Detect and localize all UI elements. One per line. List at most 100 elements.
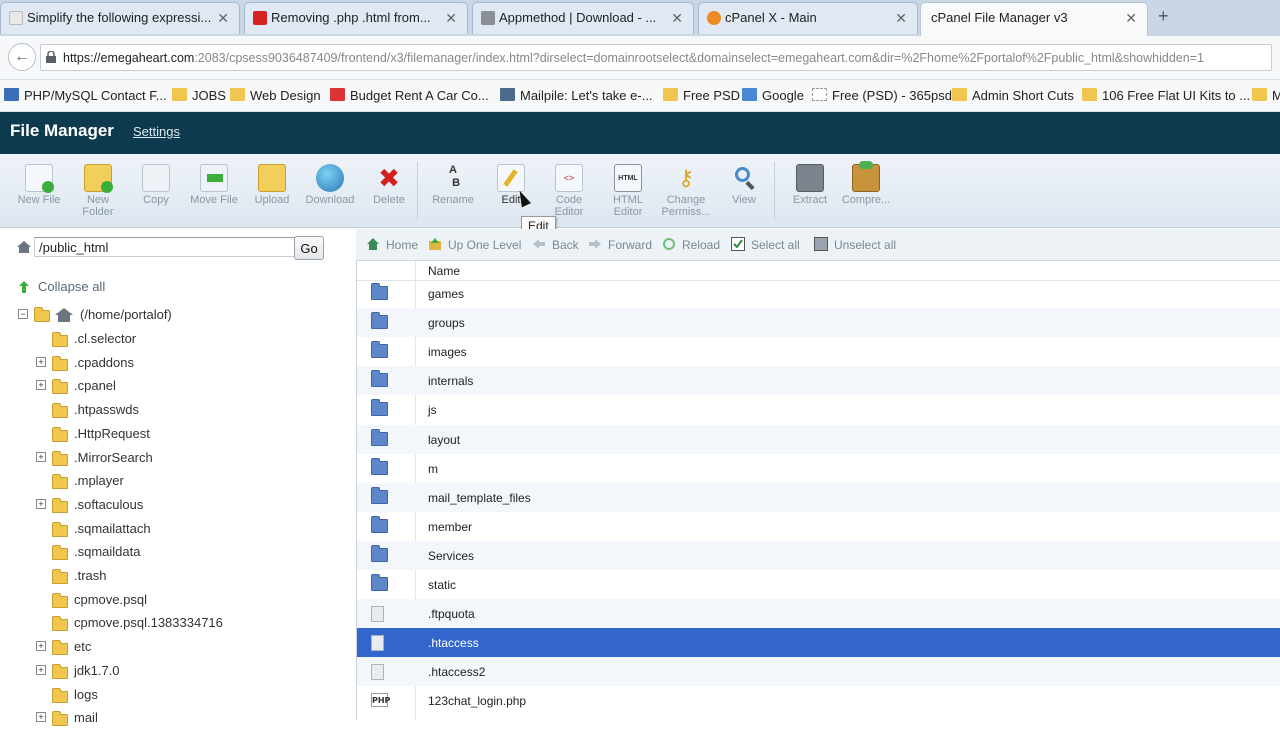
file-row[interactable]: .htaccess (357, 628, 1280, 657)
browser-tab[interactable]: Simplify the following expressi... ✕ (0, 2, 240, 34)
file-row[interactable]: internals (357, 366, 1280, 395)
bookmark-item[interactable]: PHP/MySQL Contact F... (4, 88, 167, 103)
compress-button[interactable]: Compre... (834, 161, 898, 206)
bookmark-item[interactable]: Google (742, 88, 804, 103)
back-button[interactable]: Back (532, 238, 579, 252)
file-icon (371, 635, 384, 651)
file-row[interactable]: m (357, 454, 1280, 483)
file-list: Name games groups images internals js layout m… (356, 261, 1280, 720)
upload-button[interactable]: Upload (240, 164, 304, 206)
bookmark-item[interactable]: Admin Short Cuts (952, 88, 1074, 103)
bookmark-label: JOBS (192, 88, 226, 103)
close-icon[interactable]: ✕ (671, 3, 683, 33)
file-row[interactable]: js (357, 395, 1280, 424)
view-button[interactable]: View (712, 164, 776, 206)
bookmark-item[interactable]: 106 Free Flat UI Kits to ... (1082, 88, 1250, 103)
new-file-button[interactable]: New File (7, 164, 71, 206)
expand-toggle-icon[interactable]: + (36, 712, 46, 722)
file-list-header: Name (357, 261, 1280, 720)
back-arrow-icon[interactable]: ← (8, 43, 36, 71)
file-row[interactable]: layout (357, 425, 1280, 454)
url-text: https://emegaheart.com:2083/cpsess903648… (63, 51, 1204, 65)
tool-label: Download (305, 194, 355, 206)
code-editor-button[interactable]: <> Code Editor (537, 164, 601, 218)
expand-toggle-icon[interactable]: + (36, 499, 46, 509)
bookmark-item[interactable]: Mailpile: Let's take e-... (500, 88, 653, 103)
unselect-all-button[interactable]: Unselect all (814, 237, 896, 252)
folder-icon (230, 88, 245, 101)
close-icon[interactable]: ✕ (1125, 3, 1137, 33)
bookmark-item[interactable]: JOBS (172, 88, 226, 103)
expand-toggle-icon[interactable]: + (36, 665, 46, 675)
tool-label: Change Permiss... (661, 194, 711, 218)
delete-button[interactable]: ✖ Delete (357, 164, 421, 206)
file-row[interactable]: mail_template_files (357, 483, 1280, 512)
change-permissions-button[interactable]: ⚷ Change Permiss... (654, 164, 718, 218)
close-icon[interactable]: ✕ (217, 3, 229, 33)
file-row[interactable]: games (357, 279, 1280, 308)
new-tab-button[interactable]: + (1158, 6, 1169, 27)
extract-button[interactable]: Extract (778, 164, 842, 206)
column-name-header[interactable]: Name (428, 264, 460, 278)
copy-button[interactable]: Copy (124, 164, 188, 206)
file-name: groups (428, 316, 465, 330)
expand-toggle-icon[interactable]: + (36, 357, 46, 367)
browser-tab[interactable]: Appmethod | Download - ... ✕ (472, 2, 694, 34)
file-row[interactable]: groups (357, 308, 1280, 337)
path-input[interactable] (34, 237, 302, 257)
tool-label: Extract (792, 194, 828, 206)
browser-tab-active[interactable]: cPanel File Manager v3 ✕ (920, 2, 1148, 36)
bookmark-item[interactable]: Free PSD (663, 88, 740, 103)
edit-button[interactable]: Edit (479, 164, 543, 206)
collapse-all-link[interactable]: Collapse all (18, 279, 105, 294)
file-row[interactable]: static (357, 570, 1280, 599)
folder-icon (52, 356, 68, 371)
folder-icon (52, 474, 68, 489)
new-folder-button[interactable]: New Folder (66, 164, 130, 218)
browser-tab[interactable]: Removing .php .html from... ✕ (244, 2, 468, 34)
up-one-level-button[interactable]: Up One Level (428, 238, 521, 252)
file-row[interactable]: images (357, 337, 1280, 366)
expand-toggle-icon[interactable]: + (36, 641, 46, 651)
tab-title: cPanel File Manager v3 (931, 10, 1068, 25)
file-row[interactable]: Services (357, 541, 1280, 570)
bookmark-label: Free PSD (683, 88, 741, 103)
folder-icon (52, 664, 68, 679)
go-button[interactable]: Go (294, 236, 324, 260)
collapse-toggle-icon[interactable]: − (18, 309, 28, 319)
tool-label: HTML Editor (613, 194, 643, 218)
up-label: Up One Level (448, 238, 522, 252)
select-all-button[interactable]: Select all (731, 237, 800, 252)
reload-button[interactable]: Reload (662, 238, 720, 252)
address-bar-row: ← https://emegaheart.com:2083/cpsess9036… (0, 36, 1280, 80)
file-row[interactable]: .ftpquota (357, 599, 1280, 628)
close-icon[interactable]: ✕ (445, 3, 457, 33)
file-row[interactable]: PHP 123chat_login.php (357, 686, 1280, 715)
url-input[interactable]: https://emegaheart.com:2083/cpsess903648… (40, 44, 1272, 71)
bookmark-item[interactable]: Budget Rent A Car Co... (330, 88, 489, 103)
bookmark-item[interactable]: Web Design (230, 88, 321, 103)
close-icon[interactable]: ✕ (895, 3, 907, 33)
tool-label: Move File (190, 194, 238, 206)
html-editor-button[interactable]: HTML HTML Editor (596, 164, 660, 218)
tree-item-label: .softaculous (74, 497, 144, 512)
forward-button[interactable]: Forward (588, 238, 652, 252)
browser-tab[interactable]: cPanel X - Main ✕ (698, 2, 918, 34)
expand-toggle-icon[interactable]: + (36, 380, 46, 390)
folder-icon (52, 332, 68, 347)
download-button[interactable]: Download (298, 164, 362, 206)
bookmark-item[interactable]: Free (PSD) - 365psd (812, 88, 952, 103)
rename-button[interactable]: A B Rename (421, 164, 485, 206)
settings-link[interactable]: Settings (133, 124, 180, 139)
move-file-button[interactable]: Move File (182, 164, 246, 206)
tree-item-label: .sqmailattach (74, 521, 151, 536)
collapse-icon (19, 281, 29, 293)
file-row[interactable]: member (357, 512, 1280, 541)
file-row[interactable]: .htaccess2 (357, 657, 1280, 686)
mail-icon (500, 88, 515, 101)
expand-toggle-icon[interactable]: + (36, 452, 46, 462)
bookmark-item[interactable]: M (1252, 88, 1280, 103)
tool-label: View (732, 194, 756, 206)
home-button[interactable]: Home (366, 238, 418, 252)
tab-title: cPanel X - Main (725, 10, 817, 25)
